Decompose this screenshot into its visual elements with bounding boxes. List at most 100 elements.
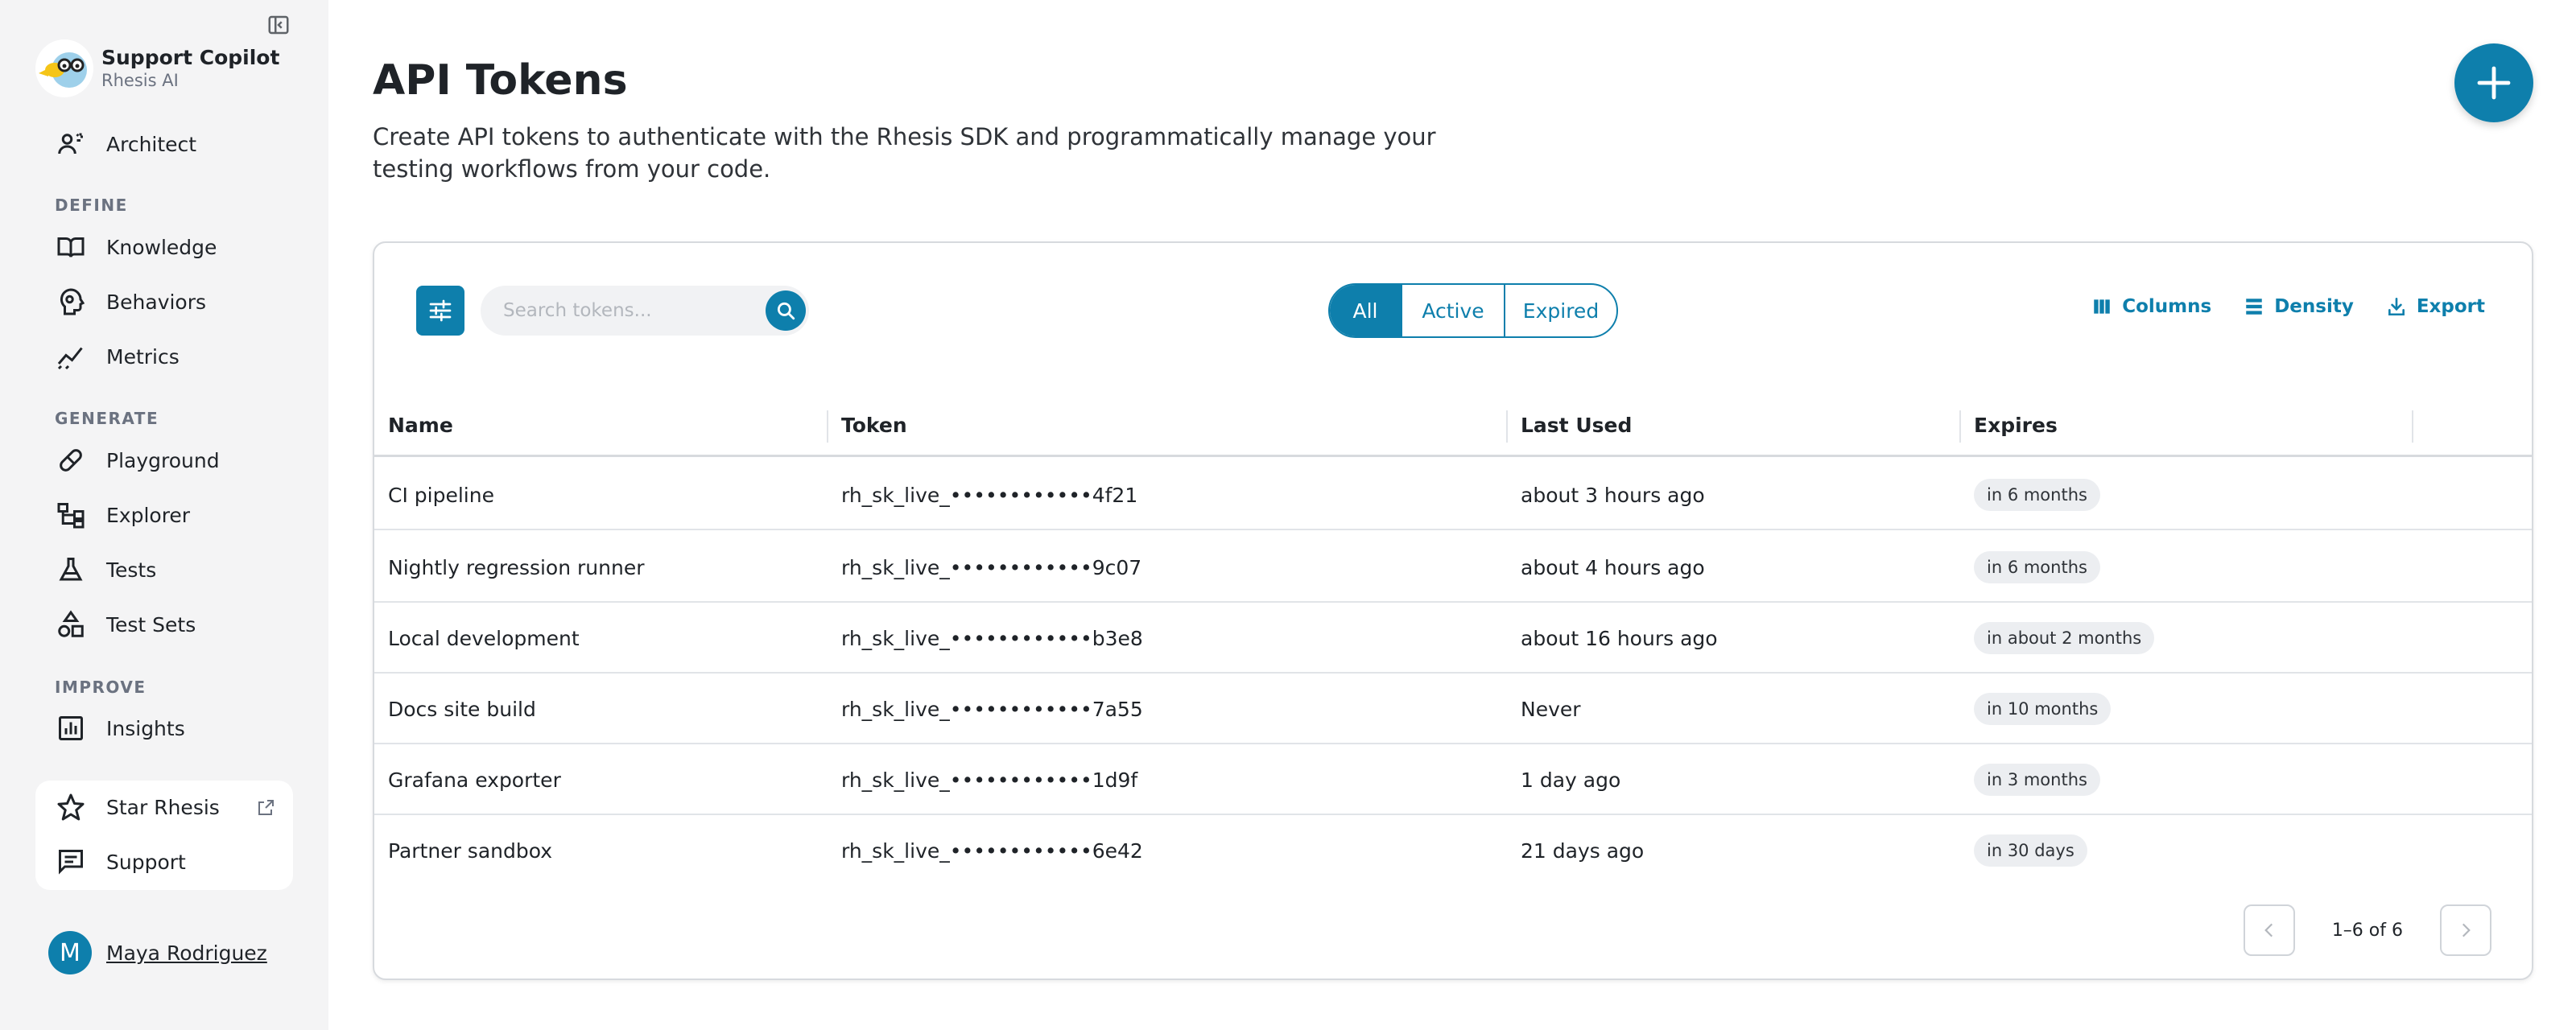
column-separator[interactable]: [1959, 410, 1961, 443]
architect-icon: [53, 126, 89, 162]
column-separator[interactable]: [1506, 410, 1508, 443]
avatar: M: [48, 931, 92, 974]
column-separator[interactable]: [2412, 410, 2413, 443]
head-icon: [53, 284, 89, 319]
sidebar-item-label: Behaviors: [106, 290, 207, 314]
search-icon: [777, 302, 795, 320]
prev-page-button[interactable]: [2243, 904, 2295, 956]
brand-org: Rhesis AI: [101, 71, 179, 90]
search-input[interactable]: [503, 300, 745, 321]
sidebar-item-insights[interactable]: Insights: [35, 703, 293, 753]
plus-icon: [2477, 66, 2511, 100]
export-label: Export: [2416, 296, 2485, 317]
star-icon: [53, 789, 89, 825]
sidebar-item-behaviors[interactable]: Behaviors: [35, 277, 293, 327]
expires-chip: in 30 days: [1974, 834, 2087, 867]
bar-chart-icon: [53, 711, 89, 746]
tokens-card: All Active Expired Columns Density Expor…: [373, 241, 2533, 980]
add-token-button[interactable]: [2454, 43, 2533, 122]
columns-label: Columns: [2122, 296, 2212, 317]
token-name: Nightly regression runner: [388, 555, 645, 579]
sidebar-item-metrics[interactable]: Metrics: [35, 332, 293, 381]
user-profile[interactable]: M Maya Rodriguez: [48, 931, 267, 974]
sidebar-item-star-rhesis[interactable]: Star Rhesis: [35, 782, 293, 832]
columns-button[interactable]: Columns: [2091, 296, 2211, 317]
column-separator[interactable]: [827, 410, 828, 443]
search-button[interactable]: [766, 290, 806, 331]
sidebar-item-tests[interactable]: Tests: [35, 545, 293, 595]
token-value: rh_sk_live_••••••••••••1d9f: [841, 768, 1138, 792]
table-row[interactable]: CI pipeline rh_sk_live_••••••••••••4f21 …: [374, 459, 2532, 530]
table-row[interactable]: Local development rh_sk_live_•••••••••••…: [374, 603, 2532, 674]
next-page-button[interactable]: [2440, 904, 2491, 956]
brand-logo: [35, 39, 93, 97]
token-last-used: 21 days ago: [1521, 838, 1645, 863]
pagination: 1–6 of 6: [2243, 904, 2491, 956]
sidebar-item-label: Playground: [106, 448, 220, 472]
table-row[interactable]: Partner sandbox rh_sk_live_••••••••••••6…: [374, 815, 2532, 886]
pill-icon: [53, 443, 89, 478]
sidebar: Support Copilot Rhesis AI Architect DEFI…: [0, 0, 328, 1030]
token-value: rh_sk_live_••••••••••••9c07: [841, 555, 1142, 579]
sidebar-item-label: Explorer: [106, 503, 191, 527]
export-button[interactable]: Export: [2386, 296, 2485, 317]
token-last-used: Never: [1521, 697, 1581, 721]
token-name: Local development: [388, 626, 580, 650]
column-header-expires[interactable]: Expires: [1974, 393, 2058, 457]
token-value: rh_sk_live_••••••••••••4f21: [841, 483, 1138, 507]
chart-line-icon: [53, 339, 89, 374]
page-description: Create API tokens to authenticate with t…: [373, 123, 1436, 183]
page-title: API Tokens: [373, 56, 628, 105]
density-label: Density: [2274, 296, 2354, 317]
token-value: rh_sk_live_••••••••••••b3e8: [841, 626, 1143, 650]
columns-icon: [2094, 299, 2110, 314]
sidebar-item-label: Insights: [106, 716, 185, 740]
token-last-used: 1 day ago: [1521, 768, 1621, 792]
token-last-used: about 4 hours ago: [1521, 555, 1705, 579]
section-generate: GENERATE: [55, 409, 159, 428]
section-define: DEFINE: [55, 196, 128, 215]
column-header-token[interactable]: Token: [841, 393, 907, 457]
table-header: Name Token Last Used Expires: [374, 393, 2532, 457]
sidebar-item-playground[interactable]: Playground: [35, 435, 293, 485]
column-header-last-used[interactable]: Last Used: [1521, 393, 1632, 457]
sidebar-item-knowledge[interactable]: Knowledge: [35, 222, 293, 272]
token-value: rh_sk_live_••••••••••••6e42: [841, 838, 1143, 863]
expires-chip: in 6 months: [1974, 551, 2100, 583]
filter-all[interactable]: All: [1330, 285, 1401, 336]
shapes-icon: [53, 607, 89, 642]
user-name[interactable]: Maya Rodriguez: [106, 941, 267, 965]
flask-icon: [53, 552, 89, 587]
status-filter-group: All Active Expired: [1328, 283, 1618, 338]
expires-chip: in 3 months: [1974, 764, 2100, 796]
pagination-range: 1–6 of 6: [2331, 920, 2403, 941]
brand[interactable]: Support Copilot Rhesis AI: [35, 39, 279, 97]
sidebar-item-support[interactable]: Support: [35, 837, 293, 887]
sidebar-toggle-icon: [268, 15, 289, 35]
expires-chip: in about 2 months: [1974, 622, 2155, 654]
sliders-icon: [429, 299, 452, 322]
token-name: CI pipeline: [388, 483, 494, 507]
expires-chip: in 6 months: [1974, 479, 2100, 511]
filter-expired[interactable]: Expired: [1504, 285, 1616, 336]
token-last-used: about 16 hours ago: [1521, 626, 1718, 650]
table-row[interactable]: Nightly regression runner rh_sk_live_•••…: [374, 532, 2532, 603]
sidebar-item-test-sets[interactable]: Test Sets: [35, 599, 293, 649]
sidebar-item-architect[interactable]: Architect: [35, 119, 293, 169]
chevron-left-icon: [2264, 923, 2273, 937]
column-header-name[interactable]: Name: [388, 393, 453, 457]
sidebar-item-label: Architect: [106, 132, 197, 156]
sidebar-item-explorer[interactable]: Explorer: [35, 490, 293, 540]
filter-button[interactable]: [416, 286, 464, 336]
mascot-logo-icon: [39, 52, 87, 88]
table-row[interactable]: Grafana exporter rh_sk_live_••••••••••••…: [374, 744, 2532, 815]
token-name: Grafana exporter: [388, 768, 561, 792]
table-row[interactable]: Docs site build rh_sk_live_••••••••••••7…: [374, 674, 2532, 744]
collapse-sidebar-button[interactable]: [264, 11, 293, 39]
token-last-used: about 3 hours ago: [1521, 483, 1705, 507]
filter-active[interactable]: Active: [1401, 285, 1504, 336]
table-toolbar: Columns Density Export: [2059, 296, 2485, 317]
book-icon: [53, 229, 89, 265]
density-button[interactable]: Density: [2244, 296, 2354, 317]
sidebar-item-label: Knowledge: [106, 235, 217, 259]
